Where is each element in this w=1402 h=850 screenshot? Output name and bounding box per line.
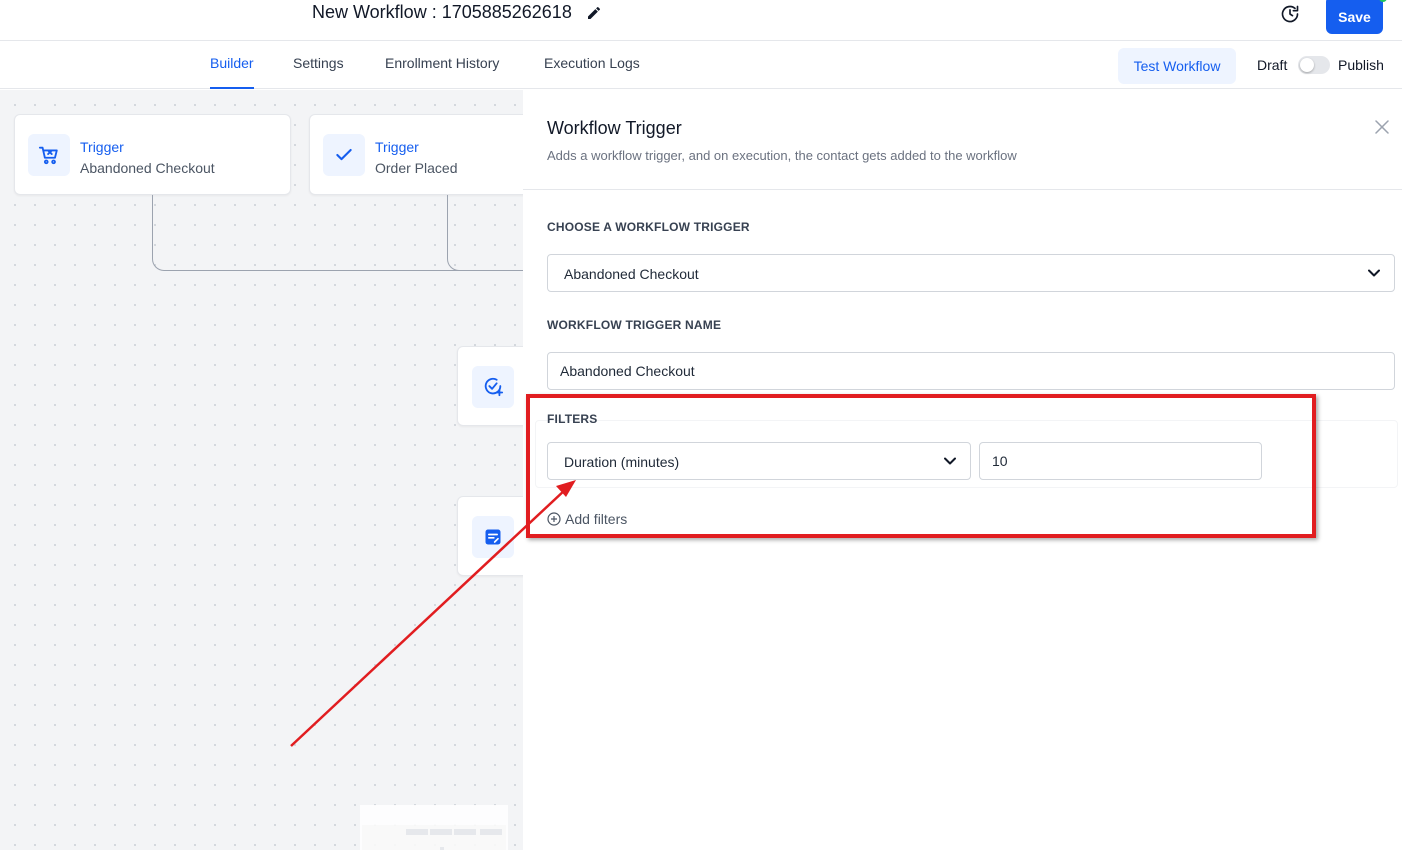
add-task-icon [472,366,514,408]
workflow-canvas[interactable]: Trigger Abandoned Checkout Trigger Order… [0,90,523,850]
note-icon [472,516,514,558]
trigger-select-value: Abandoned Checkout [564,266,699,282]
toggle-knob [1300,58,1314,72]
action-node-note[interactable] [457,496,523,576]
node-type-label: Trigger [80,139,124,155]
cart-icon [28,134,70,176]
trigger-node-abandoned-checkout[interactable]: Trigger Abandoned Checkout [14,114,291,195]
panel-description: Adds a workflow trigger, and on executio… [547,148,1017,163]
top-header: New Workflow : 1705885262618 Save [0,0,1402,41]
workflow-trigger-panel: Workflow Trigger Adds a workflow trigger… [523,90,1402,850]
chevron-down-icon [1368,269,1380,277]
close-icon[interactable] [1374,119,1390,135]
add-filters-button[interactable]: Add filters [547,511,627,527]
check-icon [323,134,365,176]
trigger-name-input[interactable] [547,352,1395,390]
filter-value-input[interactable] [979,442,1262,480]
choose-trigger-label: CHOOSE A WORKFLOW TRIGGER [547,220,750,234]
tab-enrollment-history[interactable]: Enrollment History [385,55,499,89]
action-node-add-task[interactable] [457,346,523,426]
save-button[interactable]: Save [1326,0,1387,34]
publish-label: Publish [1338,57,1384,73]
node-name-label: Order Placed [375,160,458,176]
panel-title: Workflow Trigger [547,118,682,138]
filter-field-value: Duration (minutes) [564,454,680,470]
save-label: Save [1338,9,1371,25]
workflow-title-row: New Workflow : 1705885262618 [312,2,602,23]
filters-label: FILTERS [547,412,598,426]
plus-circle-icon [547,512,561,526]
canvas-minimap[interactable] [360,805,508,850]
publish-toggle[interactable] [1298,56,1330,74]
version-history-icon[interactable] [1280,4,1300,24]
chevron-down-icon [944,457,956,465]
tab-settings[interactable]: Settings [293,55,344,89]
test-workflow-button[interactable]: Test Workflow [1118,48,1236,84]
panel-divider [523,189,1402,190]
connector-line [447,195,523,271]
tab-builder[interactable]: Builder [210,55,254,89]
tab-bar: Builder Settings Enrollment History Exec… [0,41,1402,89]
workflow-title: New Workflow : 1705885262618 [312,2,572,22]
node-name-label: Abandoned Checkout [80,160,215,176]
unsaved-indicator-dot [1379,0,1387,2]
filter-field-select[interactable]: Duration (minutes) [547,442,971,480]
add-filters-label: Add filters [565,511,628,527]
tab-execution-logs[interactable]: Execution Logs [544,55,640,89]
trigger-select[interactable]: Abandoned Checkout [547,254,1395,292]
trigger-node-order-placed[interactable]: Trigger Order Placed [309,114,523,195]
edit-pencil-icon[interactable] [586,5,602,21]
trigger-name-label: WORKFLOW TRIGGER NAME [547,318,722,332]
draft-label: Draft [1257,57,1288,73]
node-type-label: Trigger [375,139,419,155]
